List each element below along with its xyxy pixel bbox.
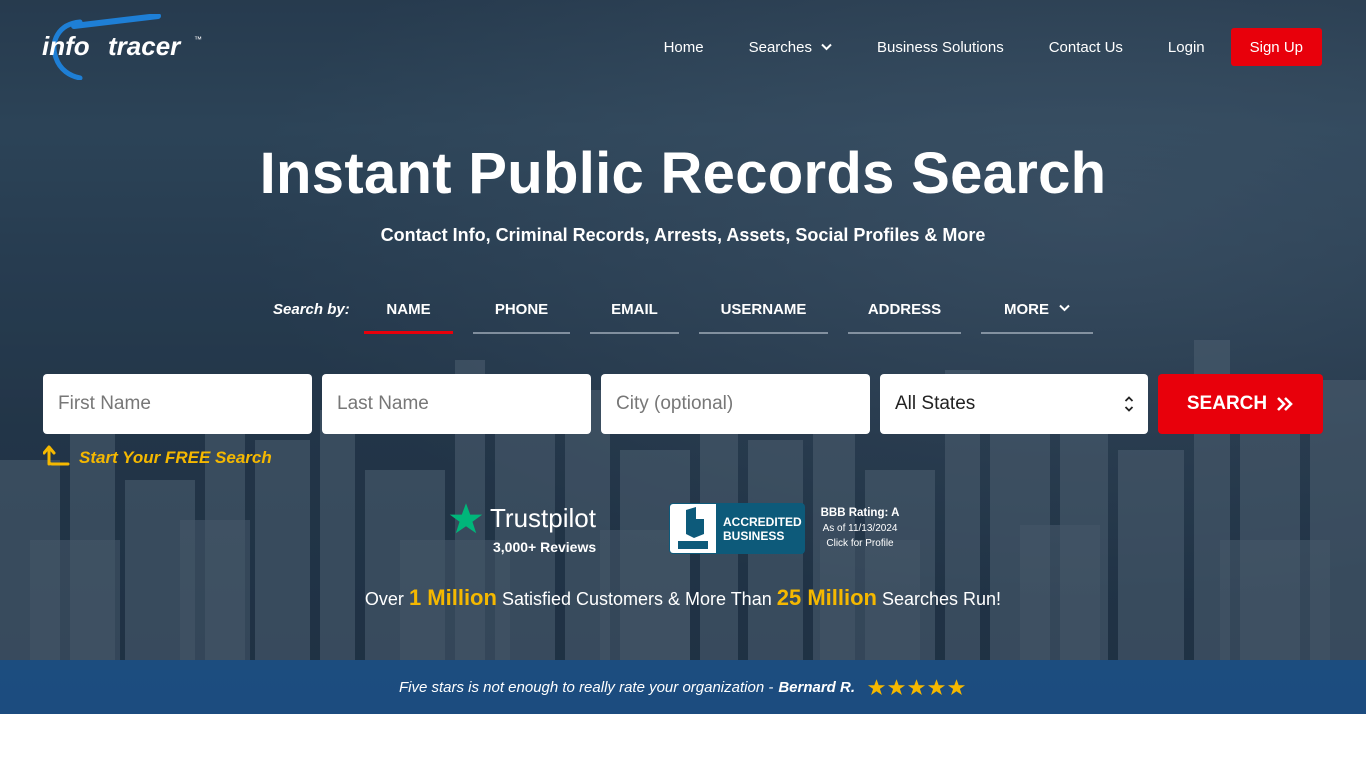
stats-pre: Over: [364, 589, 409, 609]
nav-login-label: Login: [1167, 38, 1205, 56]
search-button-label: SEARCH: [1186, 393, 1268, 414]
state-select-value: All States: [895, 393, 976, 414]
star-icon: [887, 678, 906, 695]
tab-name[interactable]: NAME: [364, 301, 453, 334]
star-icon: [927, 678, 946, 695]
first-name-input[interactable]: [43, 374, 312, 434]
free-search-hint-text: Start Your FREE Search: [79, 448, 272, 467]
select-arrows-icon: [1124, 396, 1134, 412]
stats-line: Over 1 Million Satisfied Customers & Mor…: [0, 585, 1366, 611]
signup-label: Sign Up: [1249, 38, 1303, 56]
chevron-down-icon: [1059, 304, 1070, 312]
nav-contact-us[interactable]: Contact Us: [1049, 39, 1123, 56]
tab-phone-label: PHONE: [494, 301, 549, 318]
city-input[interactable]: [601, 374, 870, 434]
tab-username[interactable]: USERNAME: [699, 301, 828, 334]
stats-customers: 1 Million: [408, 585, 497, 610]
trustpilot-name: Trustpilot: [490, 503, 596, 533]
testimonial-bar: Five stars is not enough to really rate …: [0, 660, 1366, 714]
bbb-torch-icon: [678, 507, 708, 549]
bbb-seal: ACCREDITED BUSINESS: [669, 503, 805, 554]
trustpilot-badge[interactable]: Trustpilot 3,000+ Reviews: [448, 501, 613, 561]
nav-business-solutions[interactable]: Business Solutions: [877, 39, 1004, 56]
tab-email-label: EMAIL: [611, 301, 658, 318]
tab-email[interactable]: EMAIL: [590, 301, 679, 334]
state-select[interactable]: All States: [880, 374, 1148, 434]
bbb-click-profile: Click for Profile: [826, 538, 894, 549]
search-button[interactable]: SEARCH: [1158, 374, 1323, 434]
curved-arrow-up-icon: [43, 445, 70, 466]
star-icon: [867, 678, 886, 695]
stats-searches: 25 Million: [776, 585, 877, 610]
hero-section: info tracer ™ Home Searches Business Sol…: [0, 0, 1366, 714]
testimonial-author: Bernard R.: [778, 678, 856, 696]
trustpilot-star-icon: [449, 503, 483, 534]
nav-business-label: Business Solutions: [876, 38, 1004, 56]
logo-text-tracer: tracer: [108, 31, 182, 61]
tab-address[interactable]: ADDRESS: [848, 301, 961, 334]
nav-home-label: Home: [663, 38, 704, 56]
nav-login[interactable]: Login: [1168, 39, 1205, 56]
tab-name-label: NAME: [386, 301, 431, 318]
stats-mid: Satisfied Customers & More Than: [496, 589, 777, 609]
bbb-rating: BBB Rating: A As of 11/13/2024 Click for…: [810, 506, 910, 551]
page-title: Instant Public Records Search: [259, 141, 1107, 206]
tab-more-label: MORE: [1004, 301, 1049, 318]
bbb-rating-date: As of 11/13/2024: [822, 523, 898, 534]
rating-stars: [867, 678, 967, 697]
stats-post: Searches Run!: [876, 589, 1002, 609]
search-by-label: Search by:: [273, 301, 350, 318]
signup-button[interactable]: Sign Up: [1230, 28, 1322, 66]
tab-address-label: ADDRESS: [867, 301, 942, 318]
testimonial-quote: Five stars is not enough to really rate …: [398, 678, 774, 696]
nav-contact-label: Contact Us: [1048, 38, 1123, 56]
trustpilot-reviews: 3,000+ Reviews: [493, 539, 597, 555]
tab-username-label: USERNAME: [720, 301, 807, 318]
double-chevron-right-icon: [1277, 397, 1293, 411]
star-icon: [947, 678, 966, 695]
bbb-accredited-line2: BUSINESS: [723, 529, 785, 543]
logo-text-info: info: [42, 31, 90, 61]
chevron-down-icon: [821, 43, 832, 51]
free-search-hint: Start Your FREE Search: [43, 442, 272, 468]
last-name-input[interactable]: [322, 374, 591, 434]
bbb-badge[interactable]: ACCREDITED BUSINESS BBB Rating: A As of …: [669, 503, 914, 555]
logo-tm: ™: [194, 35, 202, 44]
nav-home[interactable]: Home: [664, 39, 704, 56]
nav-searches-label: Searches: [748, 38, 812, 56]
bbb-rating-grade: BBB Rating: A: [820, 507, 900, 519]
tab-phone[interactable]: PHONE: [473, 301, 570, 334]
bbb-torch-logo: [670, 504, 716, 553]
bbb-accredited-line1: ACCREDITED: [723, 515, 802, 529]
main-nav: Home Searches Business Solutions Contact…: [619, 28, 1322, 66]
star-icon: [907, 678, 926, 695]
nav-searches[interactable]: Searches: [749, 39, 832, 56]
infotracer-logo[interactable]: info tracer ™: [40, 13, 215, 81]
page-subtitle: Contact Info, Criminal Records, Arrests,…: [380, 225, 986, 245]
logo-mark: info tracer ™: [42, 13, 202, 81]
bbb-accredited-text: ACCREDITED BUSINESS: [723, 515, 802, 543]
tab-more[interactable]: MORE: [981, 301, 1093, 334]
